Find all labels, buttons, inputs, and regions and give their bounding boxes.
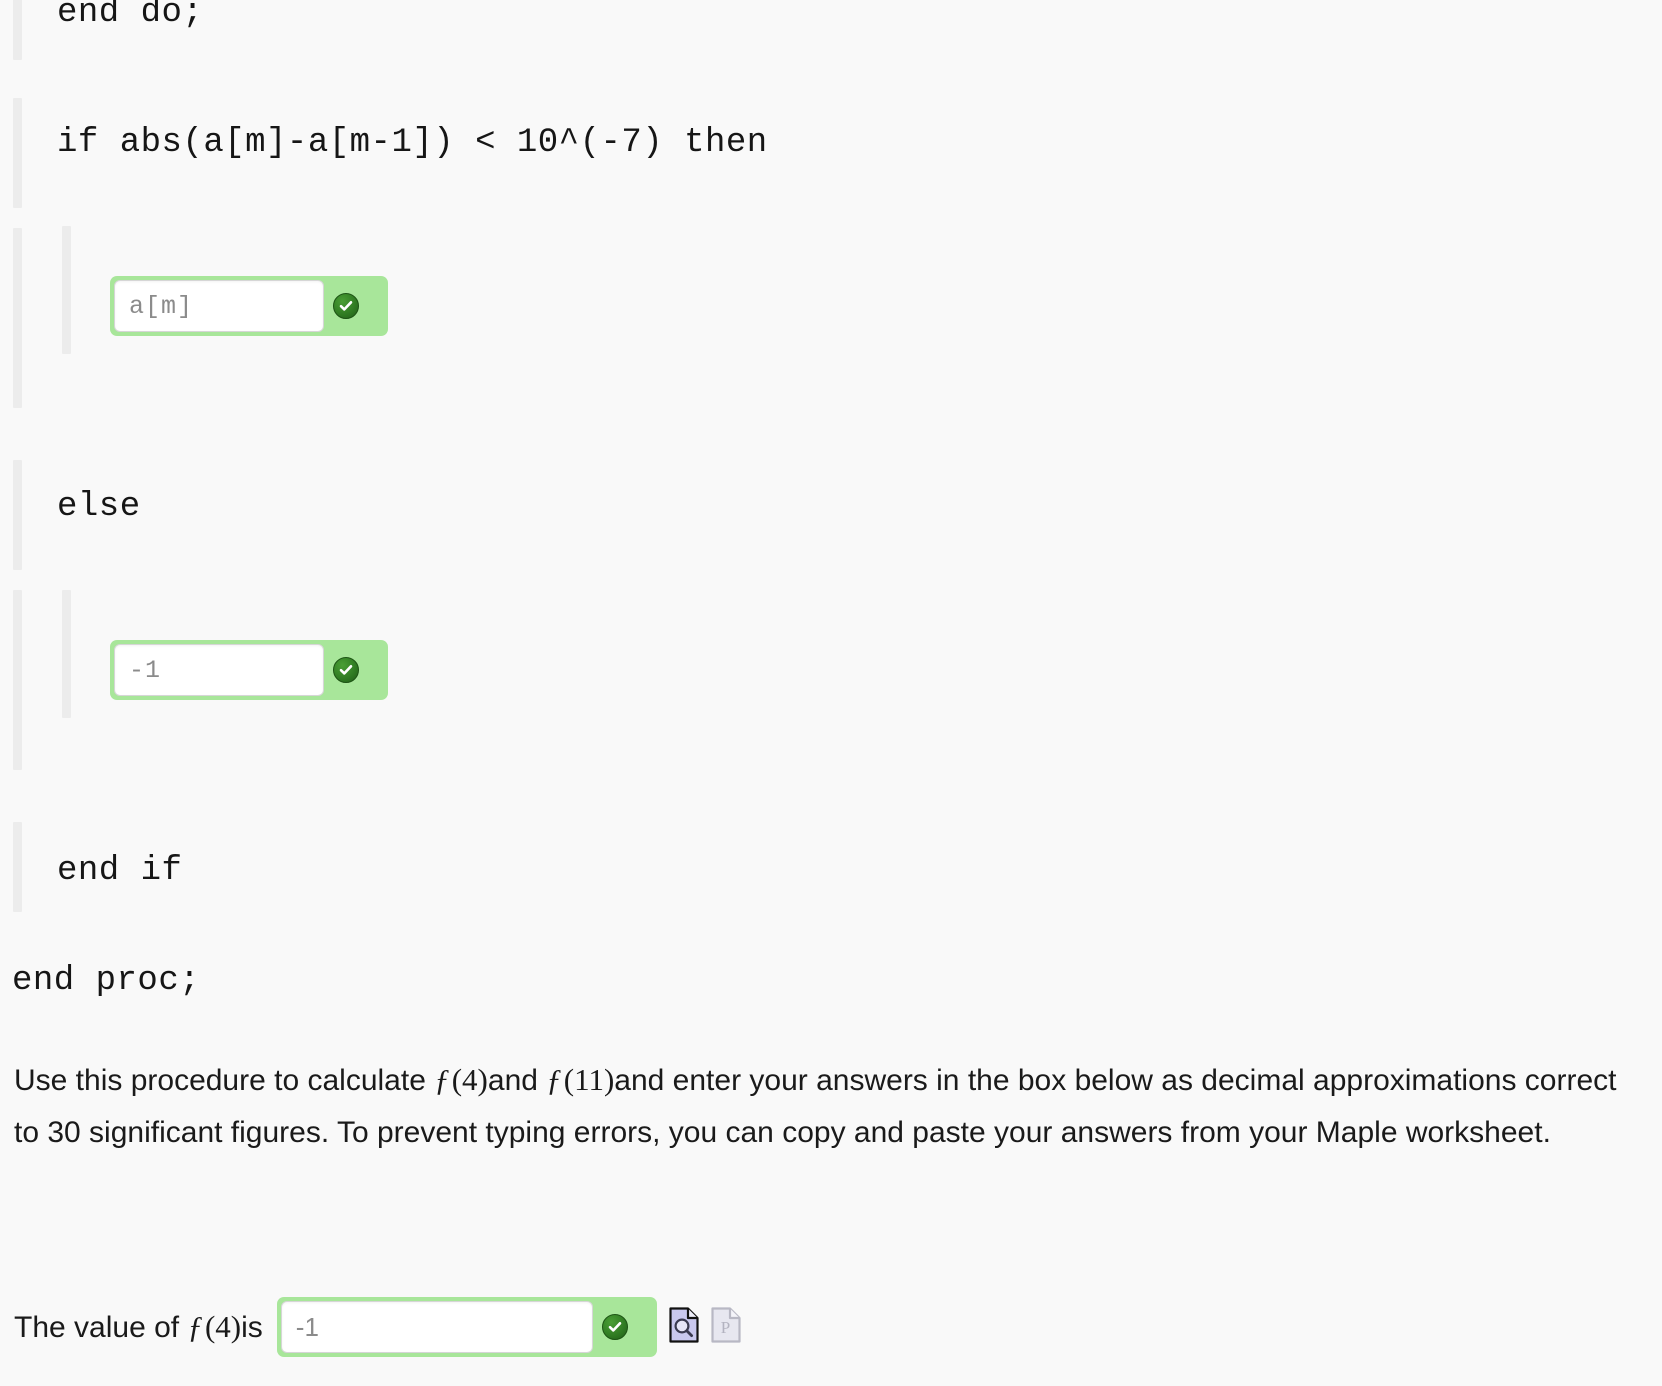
code-block-guide-bar: [13, 590, 22, 770]
final-answer-label: The value of ƒ(4)is: [14, 1309, 263, 1345]
final-answer-label-a: The value of: [14, 1311, 180, 1344]
final-answer-box[interactable]: -1: [276, 1297, 657, 1357]
math-f-of-11: ƒ(11): [546, 1062, 614, 1097]
final-answer-label-b: is: [241, 1311, 263, 1344]
code-block-guide-bar: [13, 0, 22, 60]
math-f-symbol: ƒ: [187, 1309, 203, 1344]
document-p-icon: P: [711, 1306, 741, 1348]
instructions-line-3: answers from your Maple worksheet.: [1060, 1116, 1551, 1149]
document-magnifier-icon[interactable]: [669, 1306, 699, 1348]
worksheet-page: end do; if abs(a[m]-a[m-1]) < 10^(-7) th…: [0, 0, 1662, 1386]
answer-box-then-branch[interactable]: a[m]: [110, 276, 388, 336]
nested-block-guide-bar: [62, 590, 71, 718]
svg-text:P: P: [721, 1318, 730, 1337]
instructions-text-c: and enter your answers in the box below …: [614, 1064, 1305, 1097]
code-line-if-condition: if abs(a[m]-a[m-1]) < 10^(-7) then: [57, 124, 768, 162]
code-line-end-do: end do;: [57, 0, 204, 32]
math-f-symbol: ƒ: [434, 1062, 450, 1097]
math-arg: (11): [563, 1062, 615, 1097]
code-block-guide-bar: [13, 228, 22, 408]
math-arg: (4): [204, 1309, 242, 1344]
code-line-else: else: [57, 488, 141, 526]
code-block-guide-bar: [13, 460, 22, 570]
instructions-text-b: and: [487, 1064, 538, 1097]
final-answer-input[interactable]: -1: [280, 1301, 593, 1353]
correct-check-icon: [333, 293, 359, 319]
nested-block-guide-bar: [62, 226, 71, 354]
math-arg: (4): [451, 1062, 488, 1097]
final-answer-value: -1: [295, 1311, 319, 1342]
correct-check-icon: [601, 1314, 628, 1340]
math-f-of-4: ƒ(4): [187, 1309, 241, 1344]
math-f-symbol: ƒ: [546, 1062, 562, 1097]
instructions-paragraph: Use this procedure to calculate ƒ(4)and …: [14, 1054, 1644, 1159]
math-f-of-4: ƒ(4): [434, 1062, 488, 1097]
answer-input-then-branch[interactable]: a[m]: [114, 280, 324, 332]
code-block-guide-bar: [13, 98, 22, 208]
code-line-end-proc: end proc;: [12, 962, 201, 1000]
answer-box-else-branch[interactable]: -1: [110, 640, 388, 700]
correct-check-icon: [333, 657, 359, 683]
instructions-text-a: Use this procedure to calculate: [14, 1064, 426, 1097]
code-line-end-if: end if: [57, 852, 183, 890]
final-answer-row: The value of ƒ(4)is -1 P: [14, 1297, 741, 1357]
answer-input-value: a[m]: [129, 291, 194, 321]
code-block-guide-bar: [13, 822, 22, 912]
answer-input-value: -1: [129, 655, 162, 685]
answer-input-else-branch[interactable]: -1: [114, 644, 324, 696]
